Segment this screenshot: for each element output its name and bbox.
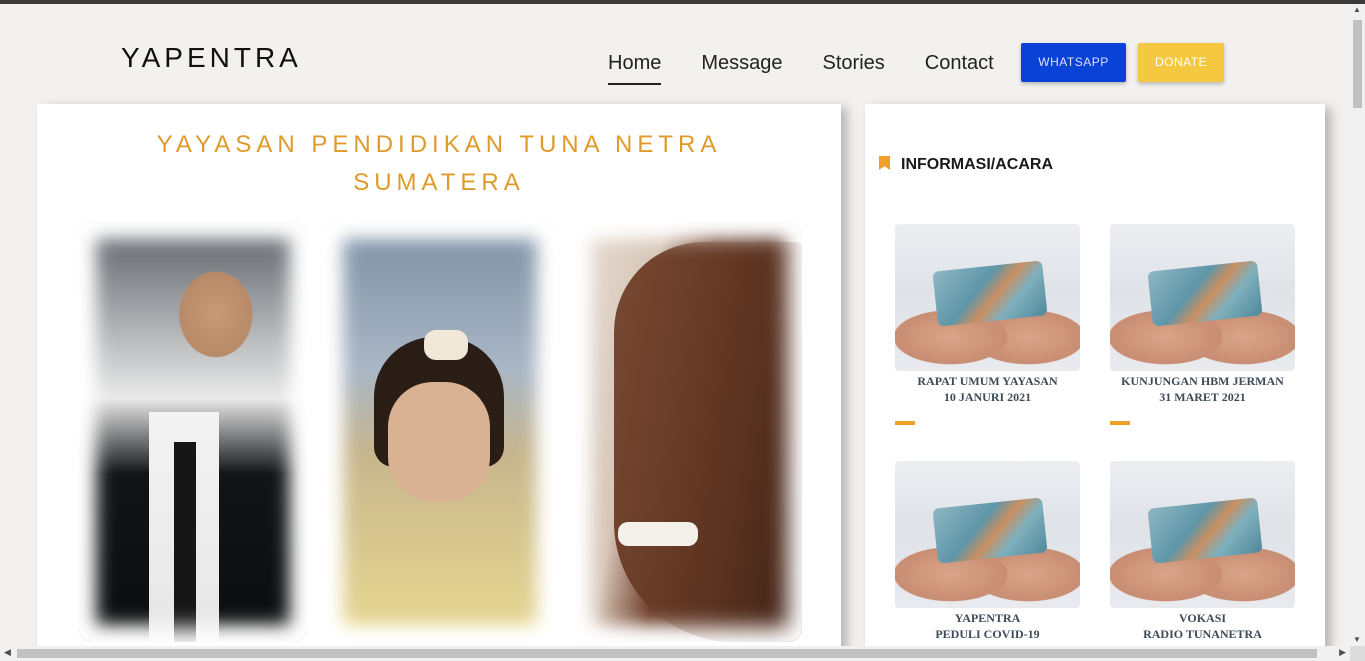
- event-card-title-line2: 31 MARET 2021: [1159, 390, 1246, 404]
- money-shape: [1147, 497, 1263, 564]
- site-logo[interactable]: YAPENTRA: [121, 42, 302, 74]
- vertical-scrollbar[interactable]: ▲ ▼: [1350, 4, 1365, 646]
- event-card-title-line1: VOKASI: [1178, 611, 1227, 625]
- event-card[interactable]: KUNJUNGAN HBM JERMAN 31 MARET 2021: [1110, 224, 1295, 425]
- hero-photo-man-in-suit: [79, 222, 307, 642]
- hero-photo-girl: [326, 222, 554, 642]
- top-strip: [0, 0, 1365, 4]
- sidebar-title: INFORMASI/ACARA: [901, 156, 1053, 173]
- event-card-title-line2: PEDULI COVID-19: [935, 627, 1040, 641]
- nav-contact[interactable]: Contact: [925, 43, 994, 83]
- photo-tie-shape: [174, 442, 196, 642]
- photo-hair-shape: [374, 337, 504, 467]
- vertical-scroll-thumb[interactable]: [1353, 20, 1362, 108]
- photo-smile-shape: [618, 522, 698, 546]
- event-card-title-line1: RAPAT UMUM YAYASAN: [917, 374, 1058, 388]
- event-card-image[interactable]: [1110, 461, 1295, 608]
- event-card-image[interactable]: [895, 224, 1080, 371]
- nav-message[interactable]: Message: [701, 43, 782, 83]
- event-card-title-line1: YAPENTRA: [954, 611, 1021, 625]
- event-card-title[interactable]: KUNJUNGAN HBM JERMAN 31 MARET 2021: [1110, 373, 1295, 405]
- nav-stories[interactable]: Stories: [823, 43, 885, 83]
- whatsapp-button[interactable]: WHATSAPP: [1021, 43, 1126, 82]
- event-card-title-line2: 10 JANURI 2021: [943, 390, 1032, 404]
- page-title: YAYASAN PENDIDIKAN TUNA NETRA SUMATERA: [37, 126, 841, 202]
- photo-face-shape: [388, 382, 490, 502]
- horizontal-scrollbar[interactable]: ◀ ▶: [0, 646, 1350, 661]
- photo-face-shape: [614, 242, 802, 642]
- scroll-right-icon[interactable]: ▶: [1339, 647, 1346, 658]
- scroll-left-icon[interactable]: ◀: [4, 647, 11, 658]
- event-card-title-line1: KUNJUNGAN HBM JERMAN: [1121, 374, 1284, 388]
- sidebar-heading: INFORMASI/ACARA: [879, 156, 1053, 174]
- main-nav: Home Message Stories Contact: [600, 43, 1034, 85]
- event-card[interactable]: YAPENTRA PEDULI COVID-19: [895, 461, 1080, 642]
- page-title-line2: SUMATERA: [353, 169, 525, 196]
- bookmark-icon: [879, 156, 890, 170]
- event-card-title[interactable]: RAPAT UMUM YAYASAN 10 JANURI 2021: [895, 373, 1080, 405]
- event-card-title-line2: RADIO TUNANETRA: [1143, 627, 1262, 641]
- hero-photo-smiling-man: [574, 222, 802, 642]
- money-shape: [932, 497, 1048, 564]
- photo-bow-shape: [424, 330, 468, 360]
- card-accent-bar: [1110, 421, 1130, 425]
- event-card-image[interactable]: [1110, 224, 1295, 371]
- donate-button[interactable]: DONATE: [1138, 43, 1224, 82]
- event-card-title[interactable]: VOKASI RADIO TUNANETRA: [1110, 610, 1295, 642]
- event-card-title[interactable]: YAPENTRA PEDULI COVID-19: [895, 610, 1080, 642]
- horizontal-scroll-thumb[interactable]: [17, 649, 1317, 658]
- nav-home[interactable]: Home: [608, 43, 662, 85]
- photo-shirt-shape: [149, 412, 219, 642]
- event-card[interactable]: RAPAT UMUM YAYASAN 10 JANURI 2021: [895, 224, 1080, 425]
- scroll-down-icon[interactable]: ▼: [1353, 635, 1361, 644]
- scroll-up-icon[interactable]: ▲: [1353, 5, 1361, 14]
- event-card-image[interactable]: [895, 461, 1080, 608]
- page-title-line1: YAYASAN PENDIDIKAN TUNA NETRA: [156, 131, 722, 158]
- card-accent-bar: [895, 421, 915, 425]
- event-card[interactable]: VOKASI RADIO TUNANETRA: [1110, 461, 1295, 642]
- money-shape: [932, 260, 1048, 327]
- main-panel: YAYASAN PENDIDIKAN TUNA NETRA SUMATERA: [37, 104, 841, 661]
- info-sidebar: INFORMASI/ACARA RAPAT UMUM YAYASAN 10 JA…: [865, 104, 1325, 661]
- scrollbar-corner: [1350, 646, 1365, 661]
- money-shape: [1147, 260, 1263, 327]
